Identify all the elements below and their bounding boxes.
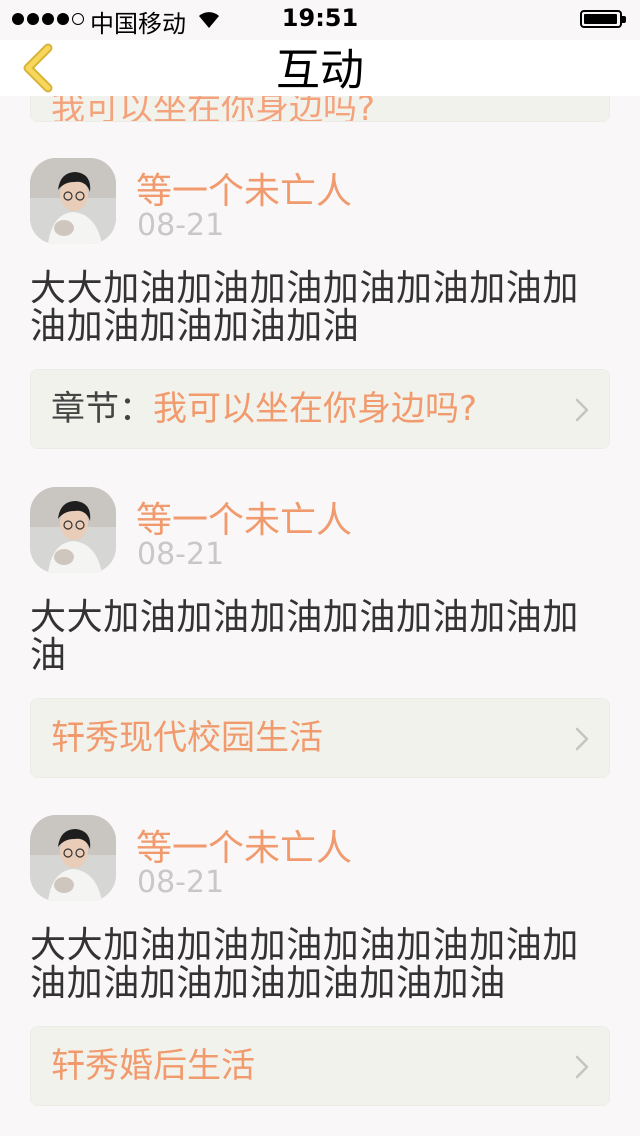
comment-text: 大大加油加油加油加油加油加油加油 bbox=[30, 597, 580, 676]
chapter-link[interactable]: 轩秀婚后生活 bbox=[30, 1026, 610, 1106]
avatar[interactable] bbox=[30, 158, 116, 244]
comment-item: 等一个未亡人 08-21 大大加油加油加油加油加油加油加油加油加油加油加油 章节… bbox=[0, 158, 640, 488]
comment-text: 大大加油加油加油加油加油加油加油加油加油加油加油加油加油 bbox=[30, 925, 580, 1004]
chapter-prefix: 章节： bbox=[51, 389, 153, 429]
chapter-label: 轩秀婚后生活 bbox=[51, 1027, 255, 1105]
navigation-bar: 互动 bbox=[0, 40, 640, 96]
comment-username[interactable]: 等一个未亡人 bbox=[136, 819, 352, 871]
comment-username[interactable]: 等一个未亡人 bbox=[136, 491, 352, 543]
comment-text: 大大加油加油加油加油加油加油加油加油加油加油加油 bbox=[30, 268, 580, 347]
chapter-title: 轩秀现代校园生活 bbox=[51, 718, 323, 758]
comment-date: 08-21 bbox=[137, 208, 225, 243]
comment-date: 08-21 bbox=[137, 537, 225, 572]
comment-username[interactable]: 等一个未亡人 bbox=[136, 162, 352, 214]
status-bar: 中国移动 19:51 bbox=[0, 0, 640, 40]
comment-item: 等一个未亡人 08-21 大大加油加油加油加油加油加油加油加油加油加油加油加油加… bbox=[0, 815, 640, 1136]
chevron-right-icon bbox=[575, 1055, 589, 1079]
avatar[interactable] bbox=[30, 487, 116, 573]
screen: 我可以坐在你身边吗? 中国移动 19:51 互动 等一个未亡人 08-21 大大… bbox=[0, 0, 640, 1136]
battery-icon bbox=[580, 10, 626, 28]
chapter-label: 章节：我可以坐在你身边吗? bbox=[51, 370, 477, 448]
chapter-title: 轩秀婚后生活 bbox=[51, 1046, 255, 1086]
avatar[interactable] bbox=[30, 815, 116, 901]
chapter-link[interactable]: 章节：我可以坐在你身边吗? bbox=[30, 369, 610, 449]
chevron-right-icon bbox=[575, 398, 589, 422]
chapter-label: 轩秀现代校园生活 bbox=[51, 699, 323, 777]
status-time: 19:51 bbox=[281, 4, 359, 32]
chapter-title: 我可以坐在你身边吗? bbox=[153, 389, 478, 429]
chapter-link[interactable]: 轩秀现代校园生活 bbox=[30, 698, 610, 778]
page-title: 互动 bbox=[276, 45, 364, 96]
comment-item: 等一个未亡人 08-21 大大加油加油加油加油加油加油加油 轩秀现代校园生活 bbox=[0, 487, 640, 817]
chevron-right-icon bbox=[575, 727, 589, 751]
comment-date: 08-21 bbox=[137, 865, 225, 900]
